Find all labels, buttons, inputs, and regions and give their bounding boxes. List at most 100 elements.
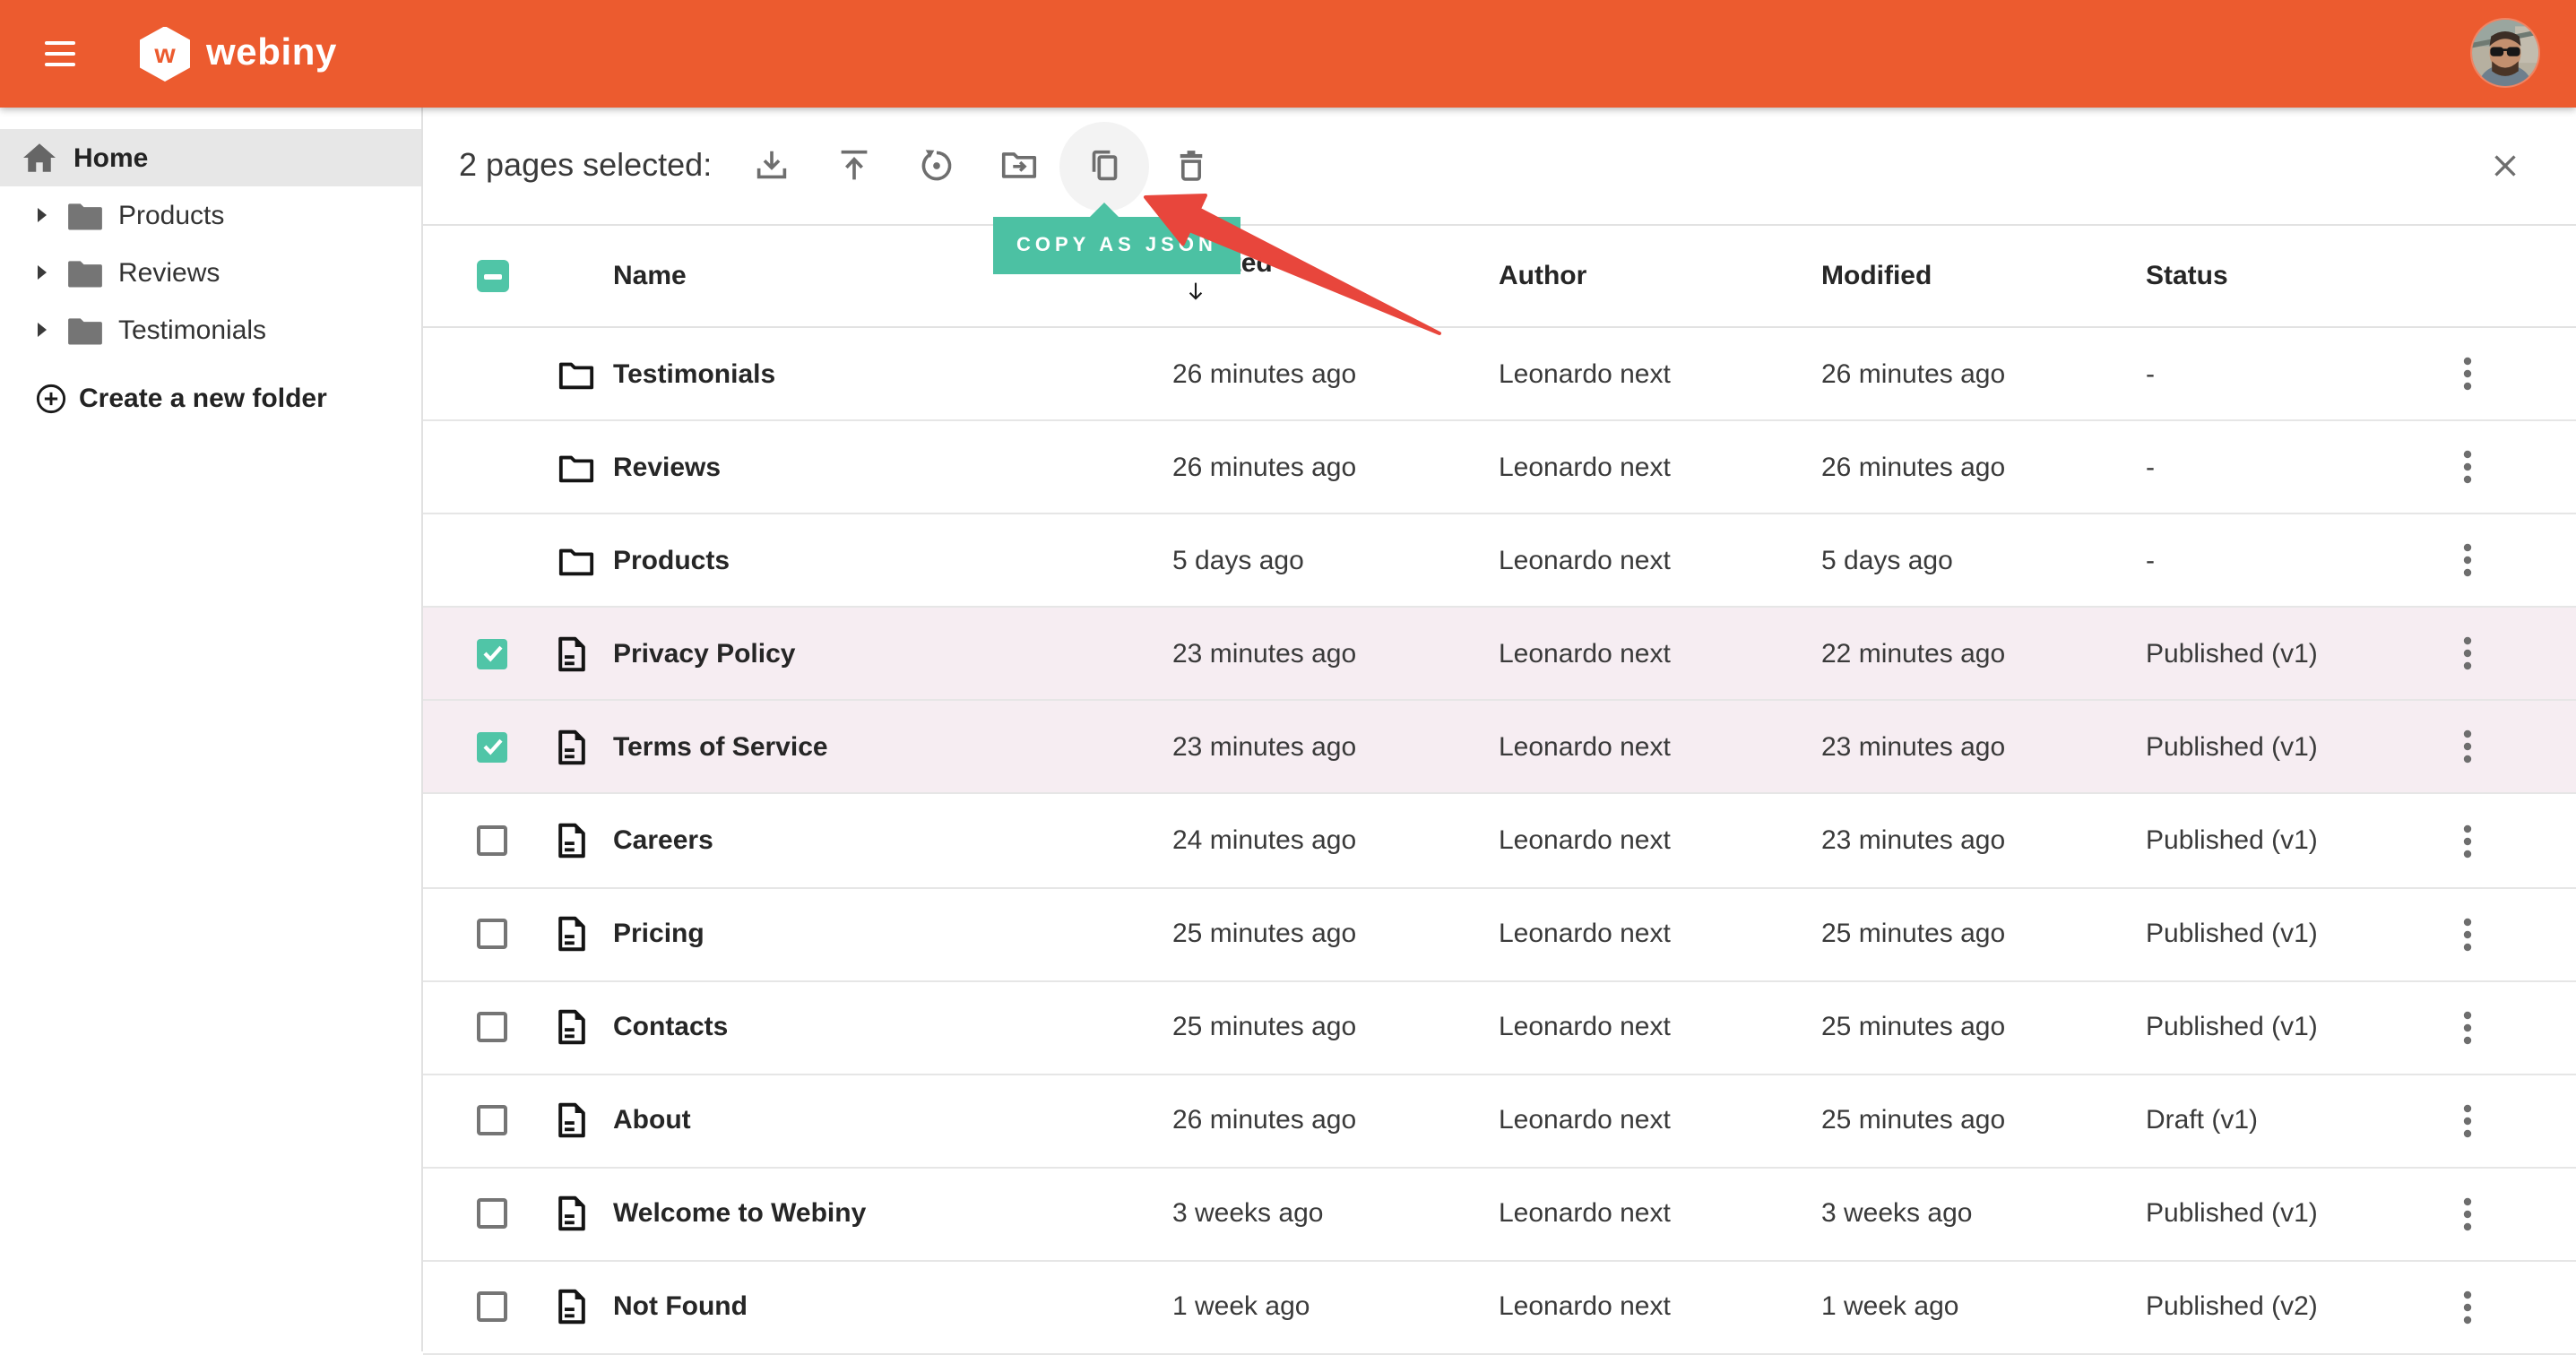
table-header-row: Name Created Author Modified Status — [423, 226, 2576, 328]
sidebar-folder-label: Products — [118, 200, 224, 230]
row-name[interactable]: Privacy Policy — [613, 639, 795, 669]
folder-icon — [558, 544, 595, 576]
expand-caret-icon[interactable] — [38, 323, 47, 337]
row-status: - — [2146, 358, 2155, 389]
user-avatar[interactable] — [2472, 20, 2538, 86]
move-to-folder-icon — [998, 145, 1039, 186]
row-actions-menu-button[interactable] — [2442, 535, 2492, 585]
expand-caret-icon[interactable] — [38, 265, 47, 280]
column-header-status[interactable]: Status — [2146, 261, 2228, 291]
upload-icon — [833, 145, 874, 186]
table-row[interactable]: Pricing 25 minutes ago Leonardo next 25 … — [423, 888, 2576, 981]
row-checkbox[interactable] — [477, 732, 507, 763]
document-icon — [558, 729, 586, 765]
row-checkbox[interactable] — [477, 1106, 507, 1136]
table-row[interactable]: Contacts 25 minutes ago Leonardo next 25… — [423, 981, 2576, 1075]
row-created: 5 days ago — [1172, 545, 1304, 575]
row-name[interactable]: Products — [613, 545, 730, 575]
row-name[interactable]: Pricing — [613, 919, 705, 949]
sidebar-folder-label: Testimonials — [118, 315, 266, 345]
row-actions-menu-button[interactable] — [2442, 722, 2492, 772]
row-actions-menu-button[interactable] — [2442, 1002, 2492, 1052]
row-author: Leonardo next — [1499, 919, 1671, 949]
row-checkbox[interactable] — [477, 1199, 507, 1230]
create-new-folder-button[interactable]: Create a new folder — [0, 369, 421, 427]
sidebar-item-reviews[interactable]: Reviews — [0, 244, 421, 301]
row-status: - — [2146, 452, 2155, 482]
row-created: 25 minutes ago — [1172, 1012, 1356, 1042]
folder-icon — [66, 315, 104, 345]
row-name[interactable]: Testimonials — [613, 358, 775, 389]
download-button[interactable] — [730, 125, 812, 207]
sidebar-item-home[interactable]: Home — [0, 129, 421, 186]
sidebar-item-products[interactable]: Products — [0, 186, 421, 244]
table-row[interactable]: Testimonials 26 minutes ago Leonardo nex… — [423, 328, 2576, 421]
restore-button[interactable] — [895, 125, 977, 207]
kebab-menu-icon — [2462, 543, 2471, 577]
row-actions-menu-button[interactable] — [2442, 629, 2492, 679]
folder-icon — [558, 451, 595, 483]
column-header-modified[interactable]: Modified — [1821, 261, 1932, 291]
column-header-name[interactable]: Name — [613, 261, 687, 291]
row-name[interactable]: Terms of Service — [613, 732, 828, 763]
row-name[interactable]: About — [613, 1106, 691, 1136]
row-actions-menu-button[interactable] — [2442, 909, 2492, 959]
folder-tree-sidebar: Home Products Reviews — [0, 108, 423, 1351]
row-name[interactable]: Careers — [613, 825, 713, 856]
document-icon — [558, 823, 586, 859]
kebab-menu-icon — [2462, 450, 2471, 484]
copy-as-json-button[interactable] — [1059, 121, 1149, 211]
row-actions-menu-button[interactable] — [2442, 1096, 2492, 1146]
document-icon — [558, 1103, 586, 1139]
row-author: Leonardo next — [1499, 1012, 1671, 1042]
row-modified: 25 minutes ago — [1821, 1106, 2005, 1136]
copy-icon — [1084, 145, 1125, 186]
move-to-folder-button[interactable] — [977, 125, 1059, 207]
table-row[interactable]: Not Found 1 week ago Leonardo next 1 wee… — [423, 1262, 2576, 1355]
row-actions-menu-button[interactable] — [2442, 1189, 2492, 1239]
document-icon — [558, 1290, 586, 1325]
row-author: Leonardo next — [1499, 639, 1671, 669]
table-row[interactable]: Welcome to Webiny 3 weeks ago Leonardo n… — [423, 1169, 2576, 1262]
close-selection-button[interactable] — [2479, 141, 2529, 191]
row-actions-menu-button[interactable] — [2442, 816, 2492, 866]
page-table-body: Testimonials 26 minutes ago Leonardo nex… — [423, 328, 2576, 1355]
row-modified: 25 minutes ago — [1821, 919, 2005, 949]
row-actions-menu-button[interactable] — [2442, 349, 2492, 399]
row-checkbox[interactable] — [477, 1012, 507, 1042]
table-row[interactable]: Careers 24 minutes ago Leonardo next 23 … — [423, 795, 2576, 888]
expand-caret-icon[interactable] — [38, 208, 47, 222]
select-all-checkbox[interactable] — [477, 260, 509, 292]
sort-desc-icon — [1183, 279, 1208, 304]
sidebar-item-testimonials[interactable]: Testimonials — [0, 301, 421, 358]
row-modified: 23 minutes ago — [1821, 732, 2005, 763]
row-name[interactable]: Reviews — [613, 452, 721, 482]
table-row[interactable]: Reviews 26 minutes ago Leonardo next 26 … — [423, 421, 2576, 514]
table-row[interactable]: About 26 minutes ago Leonardo next 25 mi… — [423, 1075, 2576, 1169]
row-checkbox[interactable] — [477, 639, 507, 669]
hamburger-menu-icon[interactable] — [45, 41, 75, 66]
selection-count-text: 2 pages selected: — [459, 147, 712, 185]
row-checkbox[interactable] — [477, 919, 507, 949]
row-status: Published (v1) — [2146, 732, 2318, 763]
row-actions-menu-button[interactable] — [2442, 1282, 2492, 1333]
publish-button[interactable] — [812, 125, 895, 207]
row-checkbox[interactable] — [477, 1292, 507, 1323]
table-row[interactable]: Privacy Policy 23 minutes ago Leonardo n… — [423, 608, 2576, 702]
row-name[interactable]: Welcome to Webiny — [613, 1199, 866, 1230]
copy-as-json-tooltip: COPY AS JSON — [993, 217, 1240, 274]
row-modified: 26 minutes ago — [1821, 452, 2005, 482]
row-actions-menu-button[interactable] — [2442, 442, 2492, 492]
row-checkbox[interactable] — [477, 825, 507, 856]
row-name[interactable]: Contacts — [613, 1012, 728, 1042]
row-name[interactable]: Not Found — [613, 1292, 748, 1323]
row-created: 26 minutes ago — [1172, 452, 1356, 482]
webiny-logo[interactable]: w webiny — [140, 26, 337, 82]
row-status: Published (v1) — [2146, 639, 2318, 669]
kebab-menu-icon — [2462, 824, 2471, 858]
table-row[interactable]: Terms of Service 23 minutes ago Leonardo… — [423, 702, 2576, 795]
column-header-author[interactable]: Author — [1499, 261, 1586, 291]
table-row[interactable]: Products 5 days ago Leonardo next 5 days… — [423, 514, 2576, 608]
document-icon — [558, 636, 586, 672]
delete-button[interactable] — [1149, 125, 1232, 207]
